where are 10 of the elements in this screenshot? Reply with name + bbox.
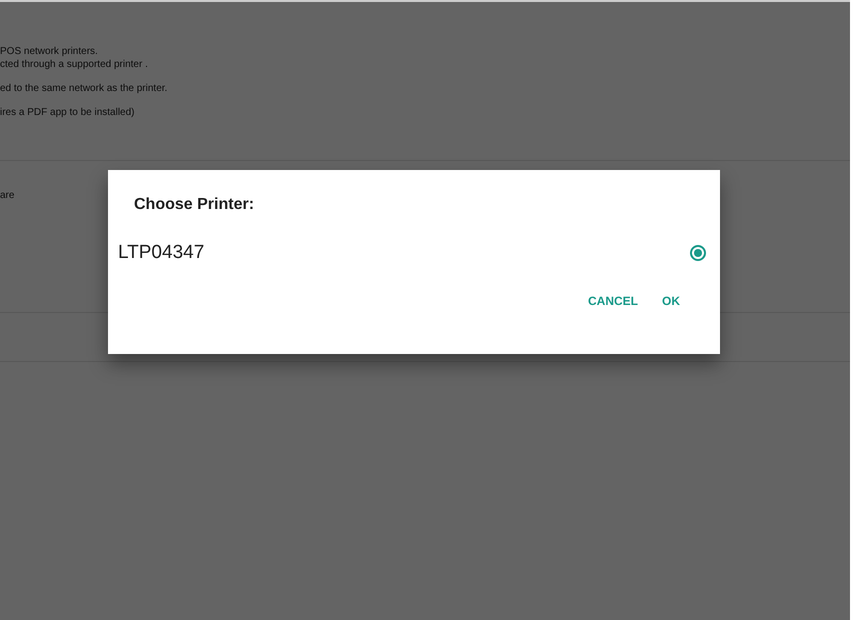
dialog-title: Choose Printer:: [133, 196, 256, 214]
description-text: POS network printers.: [0, 45, 99, 58]
description-text: cted through a supported printer .: [0, 58, 149, 71]
setting-label: are: [0, 190, 14, 201]
printer-option[interactable]: LTP04347: [118, 242, 204, 264]
radio-button[interactable]: [690, 245, 706, 261]
cancel-button[interactable]: CANCEL: [580, 288, 646, 314]
ok-button[interactable]: OK: [654, 288, 688, 314]
description-text: ed to the same network as the printer.: [0, 82, 168, 95]
description-text: ires a PDF app to be installed): [0, 106, 136, 119]
